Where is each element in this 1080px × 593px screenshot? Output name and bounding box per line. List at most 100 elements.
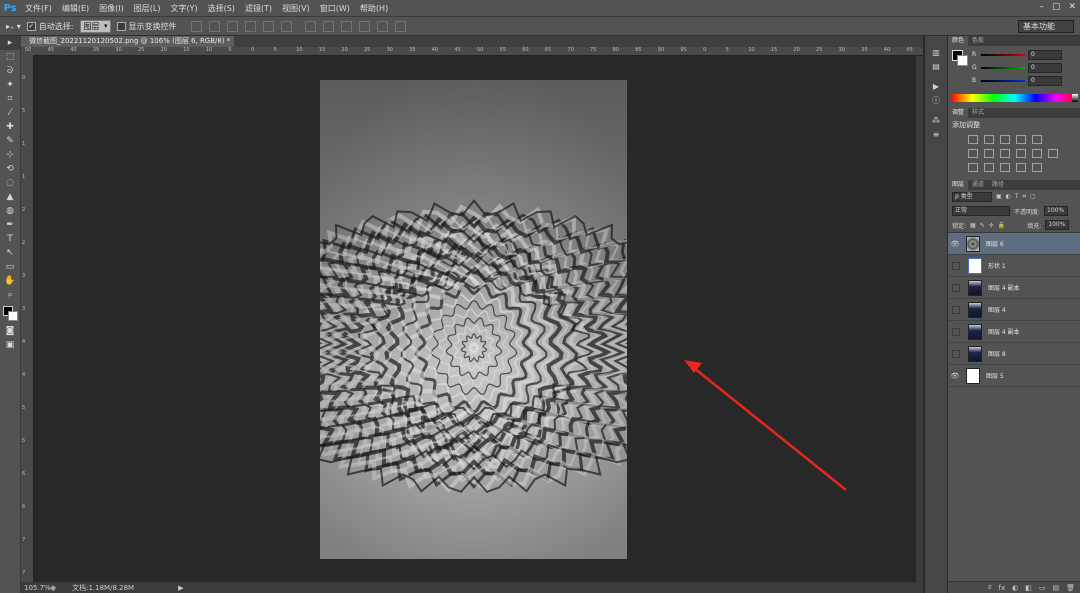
menu-item-4[interactable]: 文字(Y): [165, 3, 202, 14]
channel-slider[interactable]: [981, 79, 1025, 82]
close-icon[interactable]: ✕: [1068, 2, 1076, 12]
visibility-eye-icon[interactable]: 👁: [948, 372, 962, 380]
fx-icon[interactable]: fx: [999, 584, 1006, 592]
checkbox-icon[interactable]: [116, 21, 126, 31]
brush-tool-icon[interactable]: ✎: [0, 134, 20, 148]
delete-layer-icon[interactable]: 🗑: [1066, 584, 1075, 592]
gradient-tool-icon[interactable]: ▲: [0, 190, 20, 204]
align-left-icon[interactable]: [244, 20, 256, 32]
layer-row[interactable]: 图层 4 副本: [948, 321, 1080, 343]
channel-slider[interactable]: [981, 66, 1025, 69]
visibility-toggle[interactable]: [952, 283, 960, 292]
channel-value-field[interactable]: 0: [1028, 49, 1062, 60]
levels-icon[interactable]: [984, 134, 994, 144]
properties-icon[interactable]: ▤: [925, 60, 947, 74]
menu-item-1[interactable]: 编辑(E): [57, 3, 94, 14]
eraser-tool-icon[interactable]: ◌: [0, 176, 20, 190]
layer-row[interactable]: 图层 4 副本: [948, 277, 1080, 299]
distribute-top-icon[interactable]: [304, 20, 316, 32]
layer-row[interactable]: 图层 8: [948, 343, 1080, 365]
black-white-icon[interactable]: [1000, 148, 1010, 158]
history-icon[interactable]: ▥: [925, 46, 947, 60]
channel-value-field[interactable]: 0: [1028, 62, 1062, 73]
link-layers-icon[interactable]: ಠ: [988, 583, 992, 592]
distribute-right-icon[interactable]: [394, 20, 406, 32]
status-info-icon[interactable]: ◉: [50, 584, 56, 592]
channel-mixer-icon[interactable]: [1032, 148, 1042, 158]
quick-select-tool-icon[interactable]: ✦: [0, 78, 20, 92]
group-icon[interactable]: ▭: [1039, 584, 1046, 592]
lock-icons[interactable]: ▦✎✢🔒: [970, 222, 1009, 229]
visibility-toggle[interactable]: [952, 305, 960, 314]
menu-item-8[interactable]: 窗口(W): [315, 3, 355, 14]
gradient-map-icon[interactable]: [1016, 162, 1026, 172]
menu-item-3[interactable]: 图层(L): [129, 3, 166, 14]
zoom-level[interactable]: 105.7%: [21, 584, 51, 592]
visibility-eye-icon[interactable]: 👁: [948, 240, 962, 248]
layer-row[interactable]: 形状 1: [948, 255, 1080, 277]
fill-field[interactable]: 100%: [1045, 220, 1070, 230]
lasso-tool-icon[interactable]: ᘐ: [0, 64, 20, 78]
menu-item-5[interactable]: 选择(S): [203, 3, 240, 14]
checkbox-icon[interactable]: [26, 21, 36, 31]
exposure-icon[interactable]: [1016, 134, 1026, 144]
menu-item-0[interactable]: 文件(F): [20, 3, 57, 14]
tab-channels[interactable]: 通道: [968, 180, 988, 190]
path-select-tool-icon[interactable]: ↖: [0, 246, 20, 260]
color-lookup-icon[interactable]: [1048, 148, 1058, 158]
menu-item-2[interactable]: 图像(I): [94, 3, 129, 14]
actions-icon[interactable]: ▶: [925, 80, 947, 94]
new-layer-icon[interactable]: ▤: [1052, 584, 1059, 592]
channel-value-field[interactable]: 0: [1028, 75, 1062, 86]
adjustment-layer-icon[interactable]: ◧: [1025, 584, 1032, 592]
selective-color-icon[interactable]: [1032, 162, 1042, 172]
shape-tool-icon[interactable]: ▭: [0, 260, 20, 274]
align-bottom-icon[interactable]: [226, 20, 238, 32]
distribute-hcenter-icon[interactable]: [376, 20, 388, 32]
hue-saturation-icon[interactable]: [968, 148, 978, 158]
align-vcenter-icon[interactable]: [208, 20, 220, 32]
align-right-icon[interactable]: [280, 20, 292, 32]
photo-filter-icon[interactable]: [1016, 148, 1026, 158]
color-balance-icon[interactable]: [984, 148, 994, 158]
tab-color[interactable]: 颜色: [948, 36, 969, 46]
transform-controls-checkbox[interactable]: 显示变换控件: [116, 21, 177, 32]
vibrance-icon[interactable]: [1032, 134, 1042, 144]
tab-styles[interactable]: 样式: [968, 108, 988, 118]
zoom-tool-icon[interactable]: ⌕: [0, 288, 20, 302]
vertical-scrollbar[interactable]: [916, 56, 923, 582]
history-brush-tool-icon[interactable]: ⟲: [0, 162, 20, 176]
curves-icon[interactable]: [1000, 134, 1010, 144]
layer-row[interactable]: 👁 图层 5: [948, 365, 1080, 387]
visibility-toggle[interactable]: [952, 327, 960, 336]
auto-select-dropdown[interactable]: 图层: [79, 19, 111, 33]
tab-paths[interactable]: 路径: [988, 180, 1008, 190]
crop-tool-icon[interactable]: ⌗: [0, 92, 20, 106]
invert-icon[interactable]: [968, 162, 978, 172]
background-color-swatch[interactable]: [8, 311, 18, 321]
layer-filter-icons[interactable]: ▣◐T⌗▢: [996, 193, 1040, 201]
tab-adjustments[interactable]: 调整: [948, 108, 969, 118]
move-tool-icon[interactable]: ▸: [0, 36, 20, 50]
layer-row[interactable]: 图层 4: [948, 299, 1080, 321]
blur-tool-icon[interactable]: ◍: [0, 204, 20, 218]
color-swatches[interactable]: [0, 304, 20, 324]
opacity-field[interactable]: 100%: [1044, 206, 1069, 216]
paragraph-icon[interactable]: ≡: [925, 128, 947, 142]
align-hcenter-icon[interactable]: [262, 20, 274, 32]
marquee-tool-icon[interactable]: ⬚: [0, 50, 20, 64]
distribute-vcenter-icon[interactable]: [322, 20, 334, 32]
eyedropper-tool-icon[interactable]: ⁄: [0, 106, 20, 120]
quick-mask-icon[interactable]: ◙: [0, 324, 20, 338]
screen-mode-icon[interactable]: ▣: [0, 338, 20, 352]
info-icon[interactable]: ⓘ: [925, 94, 947, 108]
type-tool-icon[interactable]: T: [0, 232, 20, 246]
document-tab[interactable]: 微信截图_20221120120502.png @ 106% (图层 6, RG…: [21, 36, 235, 47]
tab-swatches[interactable]: 色板: [968, 36, 988, 46]
healing-tool-icon[interactable]: ✚: [0, 120, 20, 134]
channel-slider[interactable]: [981, 53, 1025, 56]
brightness-icon[interactable]: [968, 134, 978, 144]
distribute-left-icon[interactable]: [358, 20, 370, 32]
minimize-icon[interactable]: –: [1039, 2, 1044, 12]
maximize-icon[interactable]: ▢: [1052, 2, 1061, 12]
